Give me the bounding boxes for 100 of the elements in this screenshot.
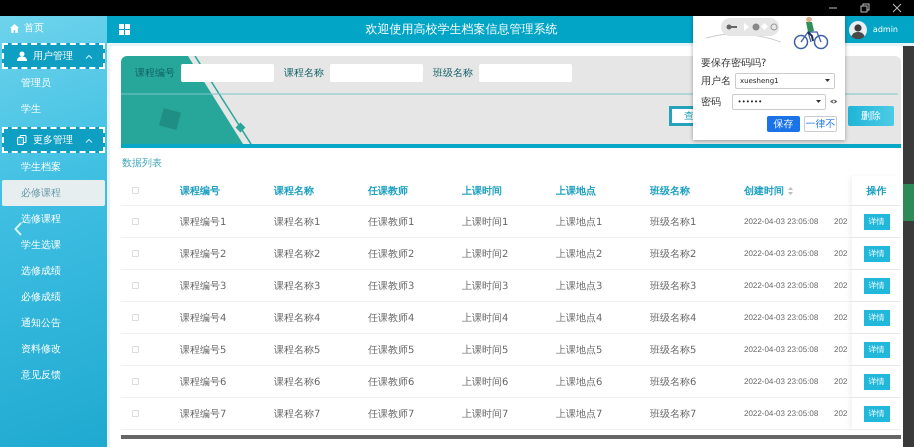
table-cell-text: 任课教师1 <box>368 216 414 228</box>
table-cell-text: 课程编号4 <box>180 312 226 324</box>
table-cell-text: 上课地点6 <box>556 376 602 388</box>
details-button[interactable]: 详情 <box>864 214 890 230</box>
menu-item[interactable]: 必修成绩 <box>0 284 107 310</box>
person-icon <box>17 51 27 61</box>
table-cell: 2022-04-03 23:05:08 <box>744 249 818 258</box>
table-cell-text: 课程编号3 <box>180 280 226 292</box>
table-cell-text: 课程编号1 <box>180 216 226 228</box>
menu-item[interactable]: 学生选课 <box>0 232 107 258</box>
page-title: 欢迎使用高校学生档案信息管理系统 <box>366 21 558 38</box>
details-button[interactable]: 详情 <box>864 278 890 294</box>
column-header: 操作 <box>866 184 886 198</box>
table-cell-text: 课程名称4 <box>274 312 320 324</box>
close-icon[interactable] <box>892 3 902 13</box>
table-cell-text: 班级名称2 <box>650 248 696 260</box>
input-field[interactable] <box>330 64 423 82</box>
column-header: 课程名称 <box>274 184 314 198</box>
menu-item[interactable]: 资料修改 <box>0 336 107 362</box>
table-cell-text: 班级名称5 <box>650 344 696 356</box>
menu-group[interactable]: 更多管理 <box>2 127 105 153</box>
column-header: 上课地点 <box>556 184 596 198</box>
table-cell: 2022-04-03 23:05:08 <box>744 409 818 418</box>
field-label: 密码 <box>701 96 722 108</box>
dropdown-arrow-icon <box>816 100 821 103</box>
user-name[interactable]: admin <box>872 25 898 34</box>
checkbox[interactable] <box>132 282 139 289</box>
checkbox[interactable] <box>132 378 139 385</box>
table-cell-text: 课程编号7 <box>180 408 226 420</box>
menu-item[interactable]: 学生 <box>0 96 107 122</box>
checkbox[interactable] <box>132 410 139 417</box>
table-cell-text: 上课地点5 <box>556 344 602 356</box>
table-cell-text: 上课时间6 <box>462 376 508 388</box>
menu-item[interactable]: 首页 <box>0 16 107 40</box>
checkbox[interactable] <box>132 187 139 194</box>
table-cell-text: 上课地点4 <box>556 312 602 324</box>
table-cell-text: 任课教师6 <box>368 376 414 388</box>
details-button[interactable]: 详情 <box>864 406 890 422</box>
table-cell-text: 任课教师7 <box>368 408 414 420</box>
menu-item[interactable]: 意见反馈 <box>0 362 107 388</box>
table-cell-text: 上课时间7 <box>462 408 508 420</box>
checkbox[interactable] <box>132 346 139 353</box>
details-button[interactable]: 详情 <box>864 374 890 390</box>
table-cell-text: 任课教师4 <box>368 312 414 324</box>
details-button[interactable]: 详情 <box>864 342 890 358</box>
menu-item[interactable]: 选修课程 <box>0 206 107 232</box>
details-button[interactable]: 详情 <box>864 246 890 262</box>
restore-icon[interactable] <box>860 3 870 13</box>
table-cell: 2022-04-03 23:05:08 <box>744 281 818 290</box>
table-cell-text: 课程名称3 <box>274 280 320 292</box>
eye-icon[interactable] <box>830 99 837 104</box>
menu-item[interactable]: 学生档案 <box>0 154 107 180</box>
save-button[interactable]: 保存 <box>767 116 800 132</box>
table-cell-text: 课程名称6 <box>274 376 320 388</box>
never-button[interactable]: 一律不 <box>804 116 837 132</box>
input-field[interactable] <box>181 64 274 82</box>
table-cell: 2022-04-03 23:05:08 <box>744 313 818 322</box>
dropdown-arrow-icon <box>825 79 830 82</box>
checkbox[interactable] <box>132 314 139 321</box>
grid-menu-icon[interactable] <box>119 24 130 35</box>
checkbox[interactable] <box>132 250 139 257</box>
table-cell-text: 班级名称6 <box>650 376 696 388</box>
details-button[interactable]: 详情 <box>864 310 890 326</box>
table-cell-text: 班级名称4 <box>650 312 696 324</box>
table-cell-text: 上课地点3 <box>556 280 602 292</box>
table-cell: 202 <box>834 345 848 354</box>
table-cell: 202 <box>834 249 848 258</box>
horizontal-scrollbar[interactable] <box>121 435 901 439</box>
table-cell-text: 课程名称5 <box>274 344 320 356</box>
checkbox[interactable] <box>132 218 139 225</box>
table-cell-text: 课程编号6 <box>180 376 226 388</box>
table-cell: 2022-04-03 23:05:08 <box>744 345 818 354</box>
table-cell-text: 任课教师2 <box>368 248 414 260</box>
menu-item[interactable]: 管理员 <box>0 70 107 96</box>
table-cell-text: 上课时间4 <box>462 312 508 324</box>
column-header[interactable]: 创建时间 <box>744 184 784 198</box>
menu-item[interactable]: 通知公告 <box>0 310 107 336</box>
column-header: 任课教师 <box>368 184 408 198</box>
table-cell-text: 上课时间2 <box>462 248 508 260</box>
menu-item[interactable]: 选修成绩 <box>0 258 107 284</box>
table-cell-text: 上课时间3 <box>462 280 508 292</box>
chevron-left-icon[interactable] <box>14 222 22 236</box>
table-cell-text: 班级名称3 <box>650 280 696 292</box>
menu-group[interactable]: 用户管理 <box>2 43 105 69</box>
table-cell-text: 班级名称7 <box>650 408 696 420</box>
table-cell-text: 课程名称7 <box>274 408 320 420</box>
column-header: 课程编号 <box>180 184 220 198</box>
delete-button[interactable]: 删除 <box>848 106 894 126</box>
table-cell-text: 上课地点2 <box>556 248 602 260</box>
menu-item[interactable]: 必修课程 <box>2 180 105 206</box>
sort-icon[interactable] <box>788 186 793 194</box>
table-cell-text: 课程名称2 <box>274 248 320 260</box>
table-cell-text: 上课时间1 <box>462 216 508 228</box>
table-cell: 2022-04-03 23:05:08 <box>744 217 818 226</box>
field-label: 课程名称 <box>284 67 324 80</box>
vertical-scrollbar[interactable] <box>903 46 914 447</box>
section-title: 数据列表 <box>121 156 163 171</box>
field-label: 班级名称 <box>433 66 473 80</box>
input-field[interactable] <box>479 64 572 82</box>
table-cell: 202 <box>834 377 848 386</box>
